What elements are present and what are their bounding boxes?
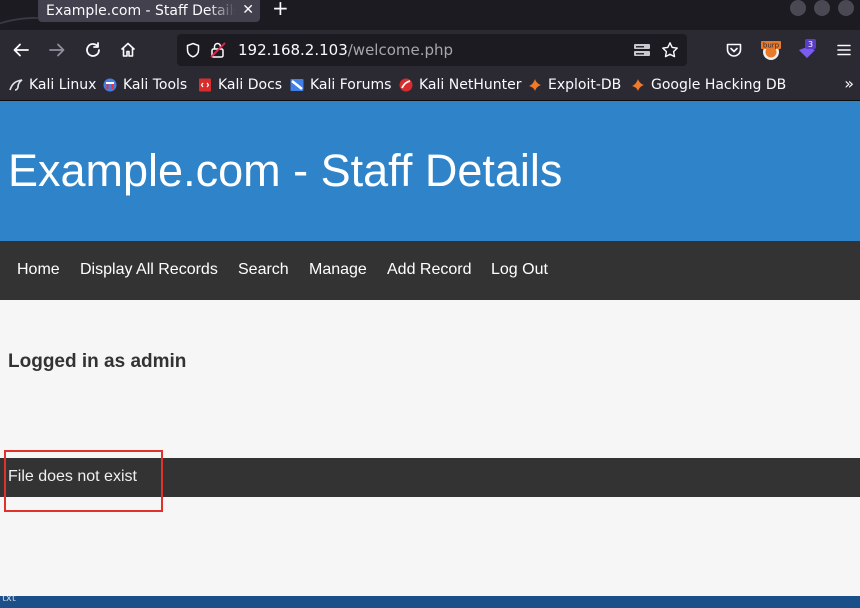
bookmark-kali-forums[interactable]: Kali Forums: [290, 70, 391, 100]
close-tab-icon[interactable]: ✕: [242, 1, 254, 19]
bookmark-star-icon[interactable]: [661, 41, 679, 63]
kali-dragon-icon: [9, 78, 23, 92]
tracking-protection-shield-icon[interactable]: [185, 42, 201, 62]
bookmark-label: Kali NetHunter: [419, 77, 522, 93]
exploit-db-icon: [528, 78, 542, 92]
kali-nethunter-icon: [399, 78, 413, 92]
burp-label: burp: [763, 42, 780, 50]
back-arrow-icon: [13, 43, 29, 57]
home-button[interactable]: [116, 30, 140, 70]
pocket-icon: [726, 43, 742, 57]
kali-docs-icon: [198, 78, 212, 92]
hamburger-menu-icon: [837, 44, 851, 56]
bookmark-label: Kali Forums: [310, 77, 392, 93]
url-path: /welcome.php: [347, 41, 454, 59]
back-button[interactable]: [9, 30, 33, 70]
bookmark-kali-nethunter[interactable]: Kali NetHunter: [399, 70, 521, 100]
bookmark-google-hacking-db[interactable]: Google Hacking DB: [631, 70, 786, 100]
insecure-connection-lock-icon[interactable]: [209, 41, 227, 63]
nav-search-link[interactable]: Search: [238, 261, 289, 279]
taskbar-text: txt: [2, 596, 16, 604]
reload-button[interactable]: [81, 30, 105, 70]
site-title: Example.com - Staff Details: [8, 145, 563, 196]
nav-add-record-link[interactable]: Add Record: [387, 261, 472, 279]
extension-badge-count: 3: [808, 40, 813, 49]
kali-tools-icon: [103, 78, 117, 92]
bookmark-kali-tools[interactable]: Kali Tools: [103, 70, 187, 100]
tab-title: Example.com - Staff Details - Mozilla Fi…: [46, 3, 236, 19]
navigation-toolbar: 192.168.2.103/welcome.php burp 3: [0, 30, 860, 70]
bookmarks-toolbar: Kali Linux Kali Tools Kali Docs Kali For…: [0, 70, 860, 101]
nav-log-out-link[interactable]: Log Out: [491, 261, 548, 279]
bookmark-kali-docs[interactable]: Kali Docs: [198, 70, 282, 100]
home-icon: [120, 42, 136, 57]
minimize-window-button[interactable]: [790, 0, 806, 16]
bookmark-label: Exploit-DB: [548, 77, 622, 93]
pocket-button[interactable]: [722, 30, 746, 70]
maximize-window-button[interactable]: [814, 0, 830, 16]
site-header: Example.com - Staff Details: [0, 101, 860, 241]
forward-arrow-icon: [49, 43, 65, 57]
bookmark-label: Kali Docs: [218, 77, 283, 93]
google-hacking-db-icon: [631, 78, 645, 92]
bookmarks-overflow-chevron-icon[interactable]: »: [844, 74, 854, 93]
url-bar[interactable]: 192.168.2.103/welcome.php: [177, 34, 687, 66]
new-tab-button[interactable]: +: [272, 0, 289, 19]
reader-mode-icon[interactable]: [633, 42, 651, 62]
app-menu-button[interactable]: [832, 30, 856, 70]
nav-display-all-records-link[interactable]: Display All Records: [80, 261, 218, 279]
nav-home-link[interactable]: Home: [17, 261, 60, 279]
kali-forums-icon: [290, 78, 304, 92]
extension-badge-button[interactable]: 3: [795, 30, 819, 70]
burp-extension-button[interactable]: burp: [759, 30, 783, 70]
site-nav: Home Display All Records Search Manage A…: [0, 241, 860, 300]
page-content: Example.com - Staff Details Home Display…: [0, 101, 860, 596]
annotation-highlight-box: [4, 450, 163, 512]
url-host: 192.168.2.103: [238, 41, 348, 59]
bookmark-label: Kali Linux: [29, 77, 97, 93]
url-text[interactable]: 192.168.2.103/welcome.php: [238, 41, 453, 59]
active-tab[interactable]: Example.com - Staff Details - Mozilla Fi…: [38, 0, 260, 22]
bookmark-label: Google Hacking DB: [651, 77, 787, 93]
desktop-taskbar: txt: [0, 596, 860, 608]
close-window-button[interactable]: [838, 0, 854, 16]
nav-manage-link[interactable]: Manage: [309, 261, 367, 279]
purple-extension-icon: 3: [799, 39, 816, 58]
bookmark-kali-linux[interactable]: Kali Linux: [9, 70, 96, 100]
tab-strip: Example.com - Staff Details - Mozilla Fi…: [0, 0, 860, 39]
reload-icon: [86, 42, 100, 57]
forward-button[interactable]: [45, 30, 69, 70]
logged-in-heading: Logged in as admin: [8, 351, 187, 372]
bookmark-exploit-db[interactable]: Exploit-DB: [528, 70, 621, 100]
bookmark-label: Kali Tools: [123, 77, 188, 93]
burp-extension-icon: burp: [761, 41, 781, 60]
